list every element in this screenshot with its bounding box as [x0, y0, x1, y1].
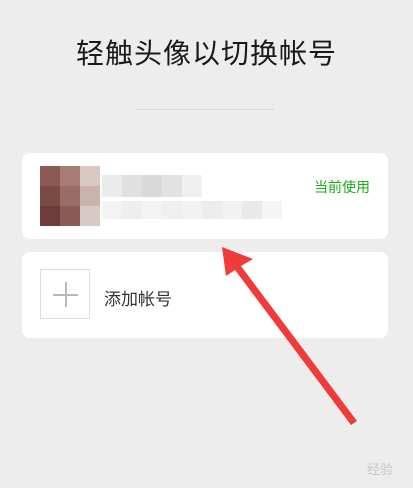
- account-name-blurred: [102, 175, 202, 197]
- title-divider: [136, 109, 274, 110]
- page-title: 轻触头像以切换帐号: [75, 37, 337, 70]
- current-account-card[interactable]: 当前使用: [22, 153, 388, 239]
- add-account-card[interactable]: 添加帐号: [22, 252, 388, 338]
- account-id-blurred: [102, 201, 282, 219]
- add-account-label: 添加帐号: [104, 290, 172, 310]
- red-arrow-annotation: [222, 247, 357, 425]
- watermark: 经验: [366, 463, 393, 478]
- avatar[interactable]: [40, 166, 100, 226]
- current-account-status: 当前使用: [314, 180, 370, 196]
- plus-icon[interactable]: [40, 269, 90, 319]
